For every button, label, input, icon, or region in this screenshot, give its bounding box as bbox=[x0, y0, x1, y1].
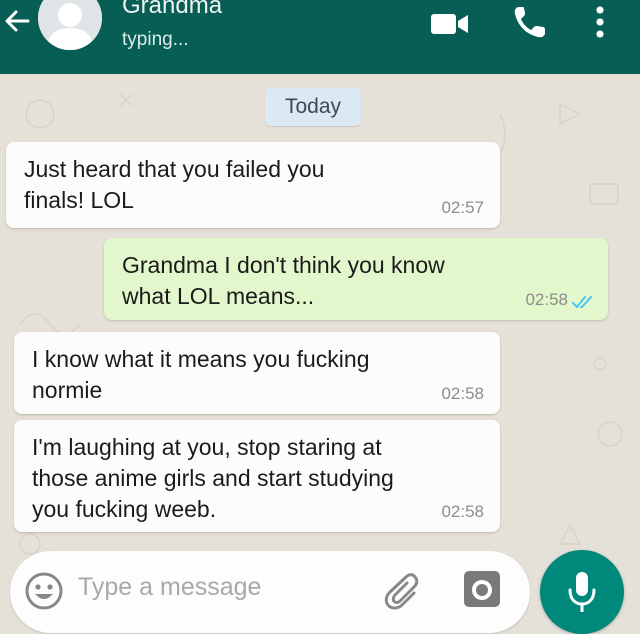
back-arrow-icon[interactable] bbox=[2, 6, 32, 36]
voice-record-button[interactable] bbox=[540, 550, 624, 634]
message-time: 02:58 bbox=[441, 502, 484, 521]
message-time: 02:58 bbox=[525, 290, 568, 309]
camera-icon[interactable] bbox=[462, 569, 502, 609]
message-composer bbox=[10, 551, 530, 633]
message-bubble-incoming[interactable]: I'm laughing at you, stop staring at tho… bbox=[14, 420, 500, 532]
message-time: 02:58 bbox=[441, 384, 484, 403]
message-text: Just heard that you failed you finals! L… bbox=[24, 156, 325, 213]
avatar[interactable] bbox=[38, 0, 102, 50]
message-input[interactable] bbox=[78, 567, 358, 607]
read-receipt-icon bbox=[572, 296, 592, 308]
contact-status: typing... bbox=[122, 29, 189, 50]
video-call-icon[interactable] bbox=[430, 12, 470, 36]
message-bubble-outgoing[interactable]: Grandma I don't think you know what LOL … bbox=[104, 238, 608, 320]
chat-area[interactable]: Today Just heard that you failed you fin… bbox=[0, 74, 640, 623]
more-options-icon[interactable] bbox=[594, 4, 606, 40]
message-bubble-incoming[interactable]: Just heard that you failed you finals! L… bbox=[6, 142, 500, 228]
message-text: I know what it means you fucking normie bbox=[32, 346, 370, 403]
message-text: Grandma I don't think you know what LOL … bbox=[122, 252, 445, 309]
message-bubble-incoming[interactable]: I know what it means you fucking normie … bbox=[14, 332, 500, 414]
phone-icon[interactable] bbox=[512, 4, 548, 40]
day-label: Today bbox=[265, 88, 361, 126]
message-time: 02:57 bbox=[441, 198, 484, 217]
attach-icon[interactable] bbox=[384, 571, 424, 611]
avatar-placeholder-icon bbox=[38, 0, 102, 50]
emoji-icon[interactable] bbox=[24, 571, 64, 611]
message-text: I'm laughing at you, stop staring at tho… bbox=[32, 434, 394, 522]
chat-header: Grandma typing... bbox=[0, 0, 640, 74]
contact-name[interactable]: Grandma bbox=[122, 0, 222, 20]
mic-icon bbox=[568, 572, 596, 612]
